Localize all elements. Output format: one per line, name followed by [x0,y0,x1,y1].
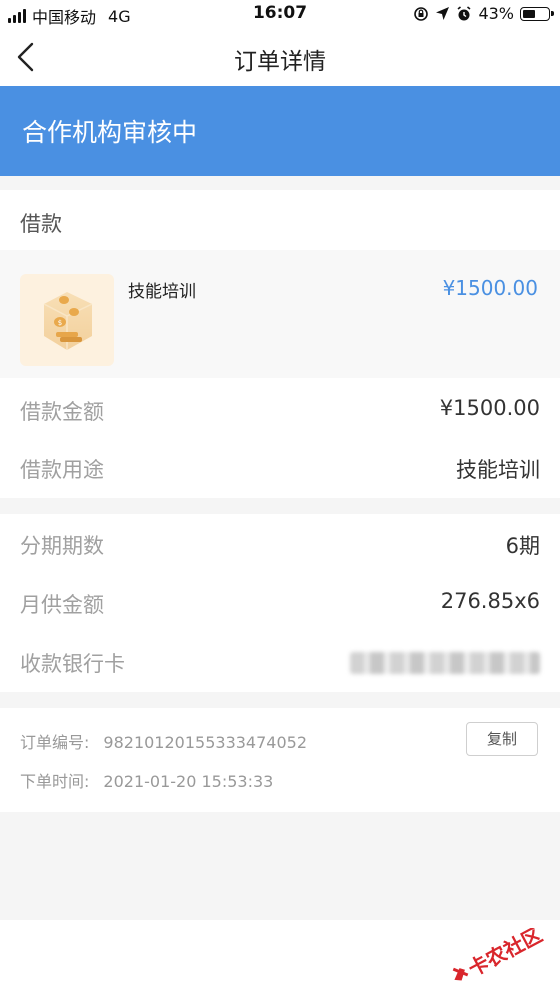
nav-bar: 订单详情 [0,28,560,86]
order-number-label: 订单编号: [20,733,90,752]
watermark-logo: 卡农社区 [452,928,546,981]
product-thumbnail: $ [20,274,114,366]
installment-value: 276.85x6 [440,589,540,613]
installment-row-bank-card: 收款银行卡 [0,634,560,690]
product-price: ¥1500.00 [442,276,538,300]
installment-card: 分期期数 6期 月供金额 276.85x6 收款银行卡 [0,514,560,692]
loan-section-title: 借款 [20,212,62,236]
detail-row-amount: 借款金额 ¥1500.00 [0,382,560,438]
detail-value: ¥1500.00 [439,396,540,420]
installment-row-monthly: 月供金额 276.85x6 [0,575,560,631]
order-time-line: 下单时间: 2021-01-20 15:53:33 [20,768,273,792]
orientation-lock-icon [414,6,429,21]
redacted-bank-card [350,652,540,674]
status-bar: 中国移动 4G 16:07 43% [0,0,560,28]
order-time-label: 下单时间: [20,772,90,791]
product-name: 技能培训 [128,282,196,302]
status-right: 43% [413,4,554,23]
svg-text:$: $ [58,319,62,327]
detail-label: 借款用途 [20,458,104,482]
installment-label: 收款银行卡 [20,652,125,676]
order-number-line: 订单编号: 98210120155333474052 [20,729,307,753]
product-item[interactable]: $ 技能培训 ¥1500.00 [0,250,560,378]
loan-details-card: 借款金额 ¥1500.00 借款用途 技能培训 [0,378,560,498]
detail-label: 借款金额 [20,400,104,424]
page-title: 订单详情 [234,49,326,75]
order-info-card: 订单编号: 98210120155333474052 复制 下单时间: 2021-0… [0,708,560,812]
installment-row-periods: 分期期数 6期 [0,516,560,572]
installment-label: 分期期数 [20,534,104,558]
order-number-value: 98210120155333474052 [103,733,307,752]
review-status-text: 合作机构审核中 [22,118,198,147]
coin-box-icon: $ [43,292,93,350]
copy-button[interactable]: 复制 [466,722,538,756]
installment-label: 月供金额 [20,593,104,617]
battery-icon [520,6,554,21]
status-banner: 合作机构审核中 [0,86,560,176]
detail-row-purpose: 借款用途 技能培训 [0,440,560,496]
location-icon [436,7,450,20]
watermark-text: 卡农社区 [464,928,546,981]
order-time-value: 2021-01-20 15:53:33 [103,772,274,791]
installment-value: 6期 [505,534,540,558]
battery-percent: 43% [478,4,514,23]
alarm-icon [457,5,471,20]
detail-value: 技能培训 [456,458,540,482]
